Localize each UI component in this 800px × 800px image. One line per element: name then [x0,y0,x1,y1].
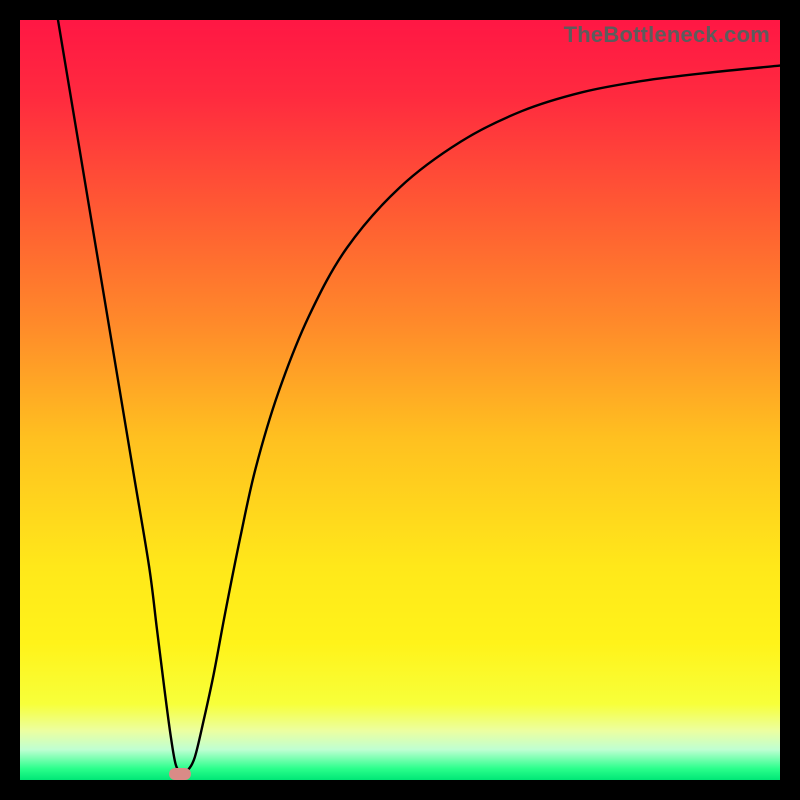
plot-area: TheBottleneck.com [20,20,780,780]
bottleneck-curve [20,20,780,780]
chart-frame: TheBottleneck.com [0,0,800,800]
watermark-text: TheBottleneck.com [564,22,770,48]
optimal-point-marker [169,768,191,780]
